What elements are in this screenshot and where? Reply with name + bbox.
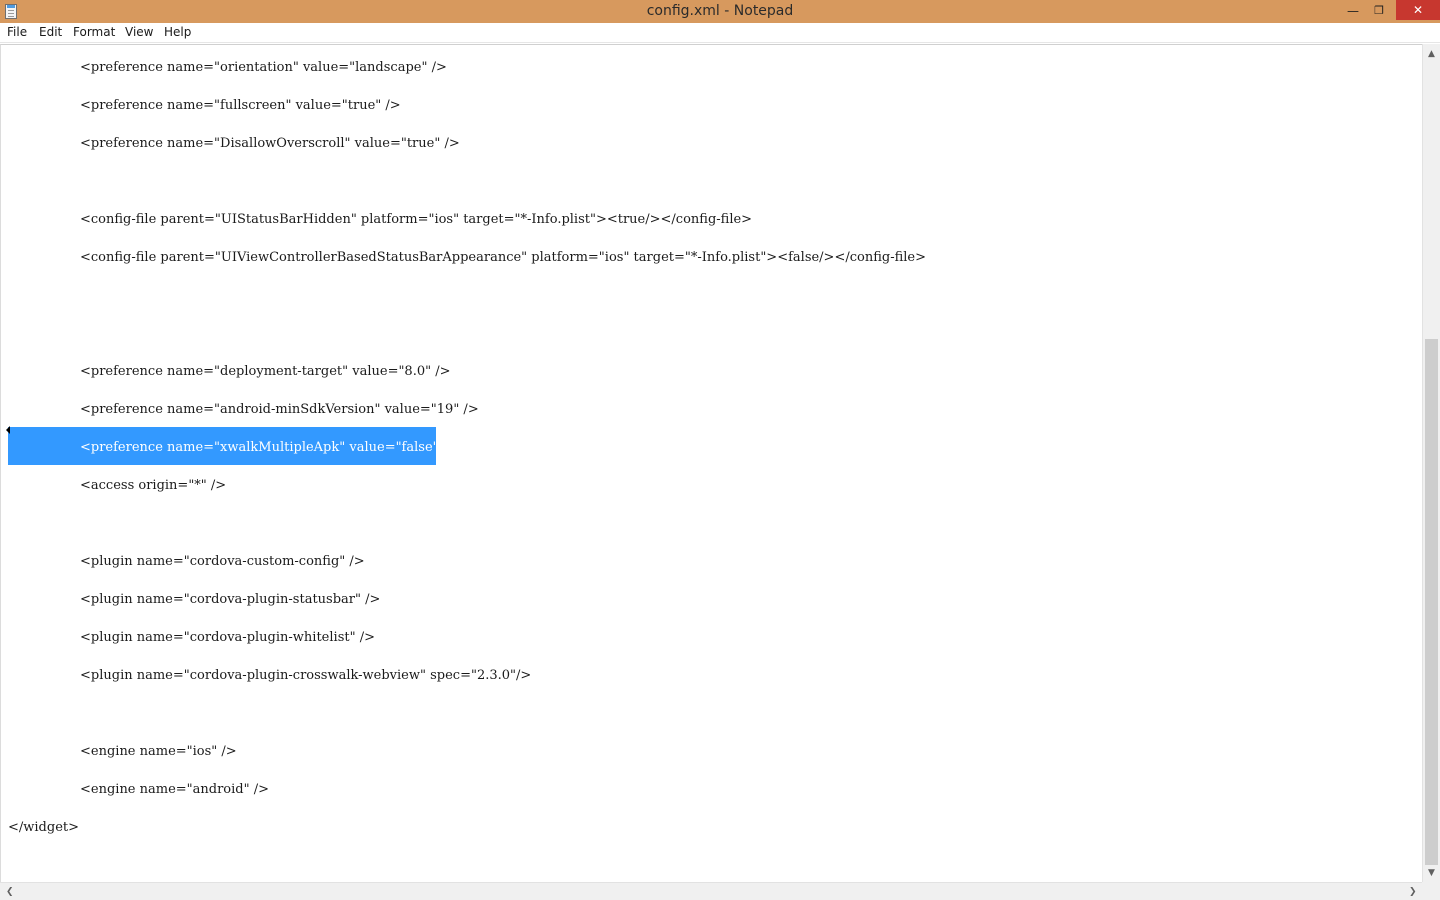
scroll-down-icon[interactable]: ▼ [1428, 868, 1435, 878]
line-text: <preference name="fullscreen" value="tru… [80, 98, 401, 113]
menu-file[interactable]: File [7, 25, 27, 39]
menu-help[interactable]: Help [164, 25, 191, 39]
line-text: <preference name="android-minSdkVersion"… [80, 402, 479, 417]
menu-view[interactable]: View [125, 25, 153, 39]
horizontal-scrollbar[interactable]: ❮ ❯ [0, 882, 1422, 900]
text-line: <engine name="ios" /> [80, 733, 237, 771]
line-text: <plugin name="cordova-custom-config" /> [80, 554, 365, 569]
window-title: config.xml - Notepad [646, 3, 794, 19]
text-cursor-marker [6, 426, 10, 434]
scroll-right-icon[interactable]: ❯ [1409, 887, 1417, 897]
text-line: <plugin name="cordova-custom-config" /> [80, 543, 365, 581]
text-line: <preference name="DisallowOverscroll" va… [80, 125, 460, 163]
line-text: <preference name="DisallowOverscroll" va… [80, 136, 460, 151]
line-text: <plugin name="cordova-plugin-whitelist" … [80, 630, 375, 645]
text-line: <preference name="orientation" value="la… [80, 49, 447, 87]
line-text: <config-file parent="UIStatusBarHidden" … [80, 212, 753, 227]
vertical-scroll-thumb[interactable] [1425, 339, 1438, 865]
scroll-left-icon[interactable]: ❮ [6, 887, 14, 897]
text-line: <config-file parent="UIStatusBarHidden" … [80, 201, 752, 239]
restore-button[interactable]: ❐ [1366, 0, 1392, 21]
close-icon: ✕ [1412, 3, 1424, 17]
minimize-icon: — [1347, 3, 1359, 18]
text-line: <plugin name="cordova-plugin-crosswalk-w… [80, 657, 531, 695]
line-text: <preference name="xwalkMultipleApk" valu… [80, 440, 459, 455]
line-text: <engine name="ios" /> [80, 744, 237, 759]
line-text: <config-file parent="UIViewControllerBas… [80, 250, 927, 265]
vertical-scrollbar[interactable]: ▲ ▼ [1422, 44, 1440, 882]
line-text: <plugin name="cordova-plugin-statusbar" … [80, 592, 381, 607]
text-line: <plugin name="cordova-plugin-statusbar" … [80, 581, 380, 619]
line-text: </widget> [8, 820, 80, 835]
line-text: <plugin name="cordova-plugin-crosswalk-w… [80, 668, 532, 683]
text-line: <config-file parent="UIViewControllerBas… [80, 239, 926, 277]
scroll-up-icon[interactable]: ▲ [1428, 49, 1435, 59]
menu-format[interactable]: Format [73, 25, 115, 39]
text-line: <access origin="*" /> [80, 467, 226, 505]
line-text: <engine name="android" /> [80, 782, 270, 797]
line-text: <preference name="orientation" value="la… [80, 60, 447, 75]
text-line: <plugin name="cordova-plugin-whitelist" … [80, 619, 375, 657]
line-text: <access origin="*" /> [80, 478, 227, 493]
menu-bar: File Edit Format View Help [0, 23, 1440, 43]
text-line: <preference name="fullscreen" value="tru… [80, 87, 401, 125]
title-bar[interactable]: config.xml - Notepad — ❐ ✕ [0, 0, 1440, 23]
text-line: </widget> [8, 809, 79, 847]
restore-icon: ❐ [1374, 4, 1384, 17]
line-text: <preference name="deployment-target" val… [80, 364, 451, 379]
text-line: <preference name="android-minSdkVersion"… [80, 391, 479, 429]
text-line: <preference name="xwalkMultipleApk" valu… [80, 429, 458, 467]
text-line: <engine name="android" /> [80, 771, 269, 809]
menu-edit[interactable]: Edit [39, 25, 62, 39]
minimize-button[interactable]: — [1340, 0, 1366, 21]
text-line: <preference name="deployment-target" val… [80, 353, 451, 391]
close-button[interactable]: ✕ [1396, 0, 1440, 20]
scrollbar-corner [1422, 882, 1440, 900]
text-editor[interactable]: <preference name="orientation" value="la… [0, 44, 1422, 882]
